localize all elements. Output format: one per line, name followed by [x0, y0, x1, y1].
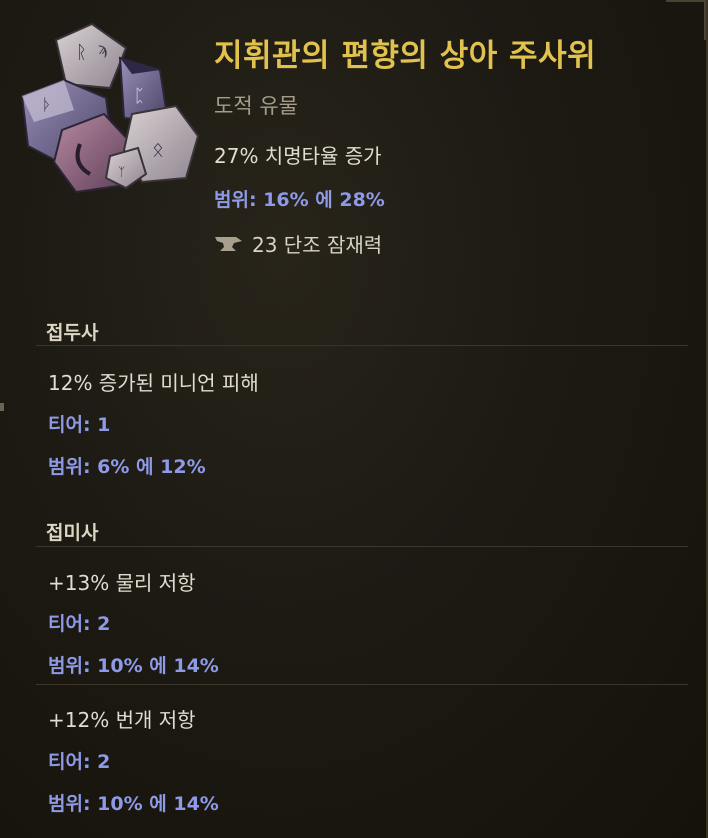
svg-text:ᚦ: ᚦ	[42, 95, 52, 114]
svg-text:ᛉ: ᛉ	[118, 165, 125, 179]
prefix-header: 접두사	[46, 322, 99, 344]
forge-potential: 23 단조 잠재력	[214, 229, 382, 258]
implicit-affix-range: 범위: 16% 에 28%	[214, 189, 385, 211]
suffix-affix-text: +12% 번개 저항	[48, 708, 196, 732]
prefix-affix-tier: 티어: 1	[48, 414, 111, 436]
item-tooltip: ᚱ ϡ ᛈ ᚦ ᛟ ᛉ 지휘관의 편향의 상아 주사위 도적 유물 27% 치명…	[0, 0, 708, 838]
implicit-affix: 27% 치명타율 증가	[214, 144, 382, 168]
ivory-dice-icon: ᚱ ϡ ᛈ ᚦ ᛟ ᛉ	[20, 22, 200, 194]
forge-potential-label: 23 단조 잠재력	[252, 233, 383, 257]
item-type: 도적 유물	[214, 94, 298, 118]
section-divider	[36, 546, 688, 547]
suffix-affix-range: 범위: 10% 에 14%	[48, 655, 219, 677]
prefix-affix-text: 12% 증가된 미니언 피해	[48, 371, 259, 395]
svg-text:ᚱ: ᚱ	[76, 42, 87, 63]
anvil-icon	[215, 236, 242, 251]
suffix-header: 접미사	[46, 522, 99, 544]
suffix-affix-range: 범위: 10% 에 14%	[48, 793, 219, 815]
suffix-affix-tier: 티어: 2	[48, 613, 111, 635]
tooltip-corner-ornament	[666, 0, 706, 40]
suffix-affix-text: +13% 물리 저항	[48, 571, 196, 595]
svg-text:ᛈ: ᛈ	[134, 86, 145, 107]
svg-text:ϡ: ϡ	[98, 39, 107, 58]
svg-text:ᛟ: ᛟ	[152, 137, 164, 161]
item-name: 지휘관의 편향의 상아 주사위	[214, 38, 597, 74]
section-divider	[36, 345, 688, 346]
affix-divider	[36, 684, 688, 685]
suffix-affix-tier: 티어: 2	[48, 751, 111, 773]
prefix-affix-range: 범위: 6% 에 12%	[48, 456, 206, 478]
tooltip-edge-marker	[0, 403, 6, 411]
